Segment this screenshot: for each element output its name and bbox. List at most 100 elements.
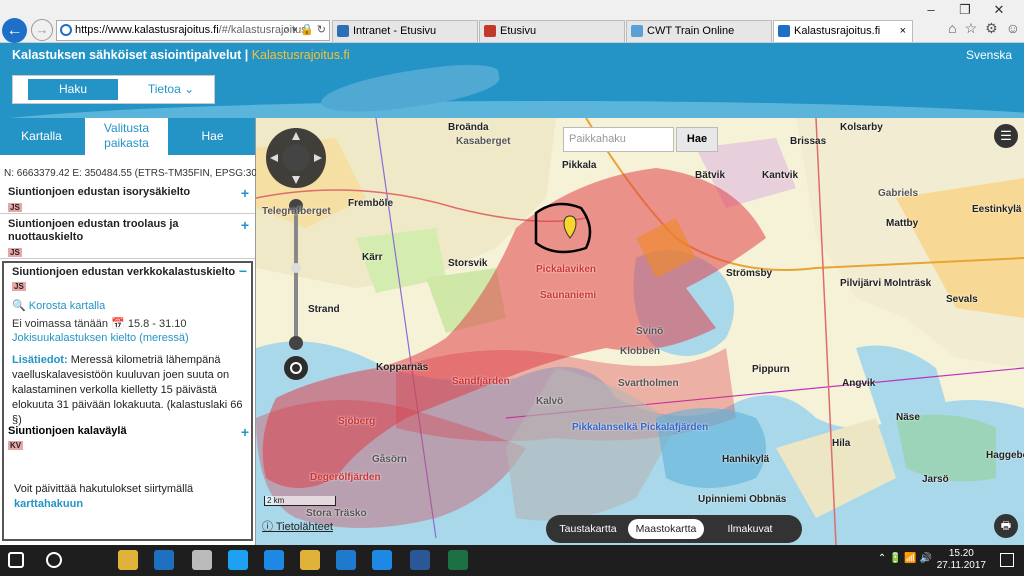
tab-kalastusrajoitus[interactable]: Kalastusrajoitus.fi ×	[773, 20, 913, 42]
tab-label: Intranet - Etusivu	[353, 25, 437, 37]
map-place-label: Strand	[308, 304, 340, 315]
place-search-input[interactable]: Paikkahaku	[563, 127, 674, 152]
site-header: Kalastuksen sähköiset asiointipalvelut |…	[0, 43, 1024, 118]
map-place-label: Kärr	[362, 252, 383, 263]
favorites-icon[interactable]: ☆	[965, 20, 978, 36]
print-icon[interactable]: 🖶	[994, 514, 1018, 538]
sidebar: Kartalla Valitusta paikasta Hae N: 66633…	[0, 118, 271, 545]
restriction-title: Siuntionjoen kalaväylä	[8, 425, 127, 437]
basemap-maastokartta[interactable]: Maastokartta	[628, 519, 704, 539]
map-place-label: Fremböle	[348, 198, 394, 209]
basemap-ilmakuvat[interactable]: Ilmakuvat	[714, 519, 786, 539]
close-icon[interactable]: ✕	[982, 0, 1016, 20]
gear-icon[interactable]: ⚙	[985, 20, 998, 36]
edge-icon[interactable]	[264, 550, 284, 570]
back-button[interactable]: ←	[2, 18, 27, 43]
map-place-label: Pippurn	[752, 364, 790, 375]
map-place-label: Pikkala	[562, 160, 597, 171]
map-place-label: Klobben	[620, 346, 660, 357]
restore-icon[interactable]: ❐	[948, 0, 982, 20]
validity-text: Ei voimassa tänään	[12, 318, 108, 330]
excel-icon[interactable]	[448, 550, 468, 570]
map-place-label: Kantvik	[762, 170, 799, 181]
restriction-link[interactable]: Jokisuukalastuksen kielto (meressä)	[12, 332, 189, 344]
language-link[interactable]: Svenska	[966, 48, 1012, 62]
explorer2-icon[interactable]	[300, 550, 320, 570]
show-on-map-link[interactable]: 🔍 Korosta kartalla	[12, 299, 105, 312]
smiley-icon[interactable]: ☺	[1006, 20, 1020, 36]
ie-icon	[60, 24, 72, 36]
expand-icon[interactable]: +	[241, 217, 249, 233]
chrome-icon[interactable]	[192, 550, 212, 570]
home-icon[interactable]: ⌂	[948, 20, 956, 36]
layers-menu-icon[interactable]: ☰	[994, 124, 1018, 148]
map-place-label: Pickalaviken	[536, 264, 597, 275]
map-place-label: Hanhikylä	[722, 454, 770, 465]
map-place-label: Angvik	[842, 378, 876, 389]
forward-button[interactable]: →	[31, 19, 53, 41]
tab-valitusta-paikasta[interactable]: Valitusta paikasta	[84, 118, 169, 155]
site-title-text: Kalastuksen sähköiset asiointipalvelut	[12, 48, 242, 62]
expand-icon[interactable]: +	[241, 185, 249, 201]
place-search-button[interactable]: Hae	[676, 127, 718, 152]
map-place-label: Sandfjärden	[452, 376, 510, 387]
skype-icon[interactable]	[228, 550, 248, 570]
map-place-label: Broända	[448, 122, 489, 133]
map-place-label: Svartholmen	[618, 378, 679, 389]
info-icon: ⓘ	[262, 521, 273, 533]
map-place-label: Kopparnäs	[376, 362, 429, 373]
collapse-icon[interactable]: −	[239, 263, 247, 279]
minimize-icon[interactable]: –	[914, 0, 948, 20]
tab-cwt[interactable]: CWT Train Online	[626, 20, 772, 42]
outlook-icon[interactable]	[154, 550, 174, 570]
expand-icon[interactable]: +	[241, 424, 249, 440]
tab-intranet[interactable]: Intranet - Etusivu	[332, 20, 478, 42]
scale-bar: 2 km	[264, 496, 336, 506]
search-icon: 🔍	[12, 300, 26, 312]
data-sources-label: Tietolähteet	[275, 521, 333, 533]
restriction-item[interactable]: Siuntionjoen edustan isorysäkielto JS +	[0, 182, 255, 214]
map-place-label: Degerölfjärden	[310, 472, 381, 483]
map-place-label: Pilvijärvi Molnträsk	[840, 278, 932, 289]
map-place-label: Hila	[832, 438, 851, 449]
restriction-title: Siuntionjoen edustan verkkokalastuskielt…	[12, 266, 236, 278]
map-place-label: Kolsarby	[840, 122, 883, 133]
notification-icon[interactable]	[1000, 553, 1014, 567]
map-place-label: Storsvik	[448, 258, 488, 269]
map-place-label: Mattby	[886, 218, 919, 229]
map-place-label: Näse	[896, 412, 920, 423]
basemap-switcher: Taustakartta Maastokartta Ilmakuvat	[546, 515, 802, 543]
windows-start-icon[interactable]	[8, 552, 24, 568]
map-place-label: Sjöberg	[338, 416, 376, 427]
tab-label: CWT Train Online	[647, 25, 735, 37]
map-place-label: Gåsörn	[372, 454, 408, 465]
nav-haku-button[interactable]: Haku	[28, 79, 118, 100]
taskbar-clock[interactable]: 15.20 27.11.2017	[937, 548, 986, 572]
sidebar-tabs: Kartalla Valitusta paikasta Hae	[0, 118, 255, 155]
taskbar-time: 15.20	[948, 548, 974, 559]
show-on-map-label: Korosta kartalla	[28, 300, 106, 312]
address-bar[interactable]: https://www.kalastusrajoitus.fi/#/kalast…	[56, 20, 330, 41]
map-place-label: Brissas	[790, 136, 827, 147]
word-icon[interactable]	[410, 550, 430, 570]
file-explorer-icon[interactable]	[118, 550, 138, 570]
close-tab-icon[interactable]: ×	[900, 21, 906, 41]
skype-business-icon[interactable]	[336, 550, 356, 570]
tab-kartalla[interactable]: Kartalla	[0, 118, 83, 155]
site-icon	[484, 25, 496, 37]
data-sources-link[interactable]: ⓘ Tietolähteet	[262, 518, 333, 534]
tab-hae[interactable]: Hae	[170, 118, 255, 155]
search-icon[interactable]	[46, 552, 62, 568]
tab-etusivu[interactable]: Etusivu	[479, 20, 625, 42]
internet-explorer-icon[interactable]	[372, 550, 392, 570]
restriction-item[interactable]: Siuntionjoen edustan troolaus ja nuottau…	[0, 214, 255, 259]
restriction-item[interactable]: Siuntionjoen kalaväylä KV +	[0, 421, 255, 455]
address-tools-icon[interactable]: ⌕ ▾ 🔒 ↻	[283, 21, 326, 40]
map-view[interactable]: Broända Kasaberget Brissas Kolsarby Kantvik B…	[256, 118, 1024, 545]
basemap-taustakartta[interactable]: Taustakartta	[554, 519, 622, 539]
nav-tietoa-dropdown[interactable]: Tietoa ⌄	[131, 79, 211, 100]
map-place-label: Telegrafberget	[262, 206, 331, 217]
map-search-link[interactable]: karttahakuun	[14, 498, 83, 510]
calendar-icon: 📅	[111, 318, 125, 330]
tab-label: Etusivu	[500, 25, 537, 37]
